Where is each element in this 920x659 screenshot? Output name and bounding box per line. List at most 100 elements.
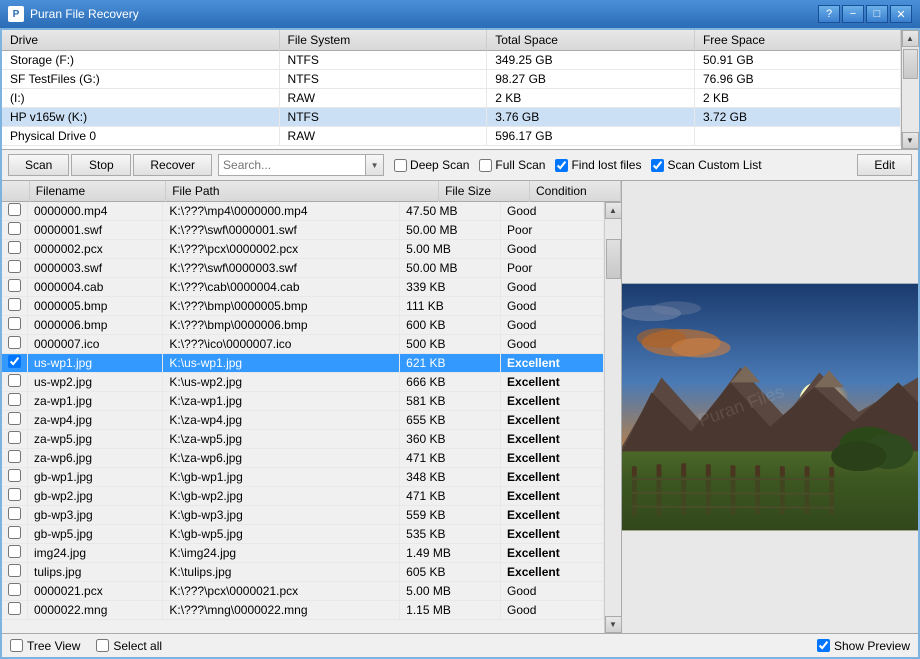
file-list-container: Filename File Path File Size Condition 0… — [2, 181, 622, 633]
file-cell-size: 605 KB — [400, 563, 501, 582]
file-row[interactable]: 0000001.swf K:\???\swf\0000001.swf 50.00… — [2, 221, 604, 240]
find-lost-checkbox[interactable]: Find lost files — [555, 158, 641, 172]
drive-cell-total: 3.76 GB — [487, 108, 695, 127]
drive-table: Drive File System Total Space Free Space… — [2, 30, 901, 146]
file-row[interactable]: tulips.jpg K:\tulips.jpg 605 KB Excellen… — [2, 563, 604, 582]
file-cell-check[interactable] — [2, 411, 28, 430]
file-cell-check[interactable] — [2, 468, 28, 487]
file-cell-cond: Excellent — [501, 525, 604, 544]
full-scan-input[interactable] — [479, 159, 492, 172]
find-lost-input[interactable] — [555, 159, 568, 172]
scan-custom-label: Scan Custom List — [667, 158, 761, 172]
file-cell-check[interactable] — [2, 297, 28, 316]
search-dropdown-button[interactable]: ▼ — [366, 154, 384, 176]
file-row[interactable]: za-wp4.jpg K:\za-wp4.jpg 655 KB Excellen… — [2, 411, 604, 430]
file-cell-check[interactable] — [2, 506, 28, 525]
file-row[interactable]: za-wp5.jpg K:\za-wp5.jpg 360 KB Excellen… — [2, 430, 604, 449]
file-cell-check[interactable] — [2, 202, 28, 221]
file-row[interactable]: 0000003.swf K:\???\swf\0000003.swf 50.00… — [2, 259, 604, 278]
status-bar: Tree View Select all Show Preview — [2, 633, 918, 657]
drive-row[interactable]: SF TestFiles (G:) NTFS 98.27 GB 76.96 GB — [2, 70, 901, 89]
full-scan-checkbox[interactable]: Full Scan — [479, 158, 545, 172]
file-row[interactable]: gb-wp2.jpg K:\gb-wp2.jpg 471 KB Excellen… — [2, 487, 604, 506]
file-cell-size: 50.00 MB — [400, 259, 501, 278]
recover-button[interactable]: Recover — [133, 154, 212, 176]
file-cell-check[interactable] — [2, 525, 28, 544]
drive-row[interactable]: (I:) RAW 2 KB 2 KB — [2, 89, 901, 108]
file-cell-check[interactable] — [2, 373, 28, 392]
file-row[interactable]: 0000022.mng K:\???\mng\0000022.mng 1.15 … — [2, 601, 604, 620]
file-row[interactable]: gb-wp3.jpg K:\gb-wp3.jpg 559 KB Excellen… — [2, 506, 604, 525]
maximize-button[interactable]: □ — [866, 5, 888, 23]
file-cell-size: 339 KB — [400, 278, 501, 297]
tree-view-checkbox[interactable] — [10, 639, 23, 652]
close-button[interactable]: ✕ — [890, 5, 912, 23]
file-cell-cond: Good — [501, 240, 604, 259]
file-cell-check[interactable] — [2, 354, 28, 373]
file-cell-check[interactable] — [2, 278, 28, 297]
file-cell-check[interactable] — [2, 544, 28, 563]
edit-button[interactable]: Edit — [857, 154, 912, 176]
scan-custom-input[interactable] — [651, 159, 664, 172]
file-cell-check[interactable] — [2, 487, 28, 506]
file-row[interactable]: 0000002.pcx K:\???\pcx\0000002.pcx 5.00 … — [2, 240, 604, 259]
file-cell-check[interactable] — [2, 316, 28, 335]
file-cell-cond: Excellent — [501, 563, 604, 582]
file-cell-check[interactable] — [2, 449, 28, 468]
file-cell-check[interactable] — [2, 430, 28, 449]
file-scrollbar[interactable]: ▲ ▼ — [604, 202, 621, 633]
deep-scan-input[interactable] — [394, 159, 407, 172]
file-row[interactable]: 0000007.ico K:\???\ico\0000007.ico 500 K… — [2, 335, 604, 354]
file-row[interactable]: gb-wp5.jpg K:\gb-wp5.jpg 535 KB Excellen… — [2, 525, 604, 544]
select-all-item: Select all — [96, 639, 162, 653]
file-row[interactable]: 0000006.bmp K:\???\bmp\0000006.bmp 600 K… — [2, 316, 604, 335]
file-scroll-up[interactable]: ▲ — [605, 202, 622, 219]
file-cell-check[interactable] — [2, 335, 28, 354]
file-cell-name: us-wp2.jpg — [28, 373, 163, 392]
file-row[interactable]: 0000000.mp4 K:\???\mp4\0000000.mp4 47.50… — [2, 202, 604, 221]
show-preview-label[interactable]: Show Preview — [834, 639, 910, 653]
file-row[interactable]: 0000005.bmp K:\???\bmp\0000005.bmp 111 K… — [2, 297, 604, 316]
file-row[interactable]: us-wp1.jpg K:\us-wp1.jpg 621 KB Excellen… — [2, 354, 604, 373]
drive-scroll-up[interactable]: ▲ — [902, 30, 919, 47]
file-row[interactable]: us-wp2.jpg K:\us-wp2.jpg 666 KB Excellen… — [2, 373, 604, 392]
file-cell-check[interactable] — [2, 240, 28, 259]
scan-custom-checkbox[interactable]: Scan Custom List — [651, 158, 761, 172]
select-all-checkbox[interactable] — [96, 639, 109, 652]
file-cell-name: za-wp6.jpg — [28, 449, 163, 468]
drive-row[interactable]: Physical Drive 0 RAW 596.17 GB — [2, 127, 901, 146]
file-cell-name: 0000021.pcx — [28, 582, 163, 601]
drive-row[interactable]: HP v165w (K:) NTFS 3.76 GB 3.72 GB — [2, 108, 901, 127]
drive-table-header: Drive File System Total Space Free Space — [2, 30, 901, 51]
tree-view-label[interactable]: Tree View — [27, 639, 80, 653]
scan-button[interactable]: Scan — [8, 154, 69, 176]
file-cell-check[interactable] — [2, 601, 28, 620]
select-all-label[interactable]: Select all — [113, 639, 162, 653]
file-cell-check[interactable] — [2, 563, 28, 582]
main-window: Drive File System Total Space Free Space… — [0, 28, 920, 659]
file-cell-check[interactable] — [2, 221, 28, 240]
file-cell-check[interactable] — [2, 582, 28, 601]
minimize-button[interactable]: − — [842, 5, 864, 23]
file-scroll-thumb[interactable] — [606, 239, 621, 279]
file-row[interactable]: 0000021.pcx K:\???\pcx\0000021.pcx 5.00 … — [2, 582, 604, 601]
show-preview-checkbox[interactable] — [817, 639, 830, 652]
drive-scroll-down[interactable]: ▼ — [902, 132, 919, 149]
file-table-scroll[interactable]: 0000000.mp4 K:\???\mp4\0000000.mp4 47.50… — [2, 202, 604, 633]
file-row[interactable]: 0000004.cab K:\???\cab\0000004.cab 339 K… — [2, 278, 604, 297]
file-row[interactable]: gb-wp1.jpg K:\gb-wp1.jpg 348 KB Excellen… — [2, 468, 604, 487]
help-button[interactable]: ? — [818, 5, 840, 23]
file-col-path: File Path — [166, 181, 439, 202]
file-row[interactable]: za-wp1.jpg K:\za-wp1.jpg 581 KB Excellen… — [2, 392, 604, 411]
file-cell-check[interactable] — [2, 392, 28, 411]
drive-scroll-thumb[interactable] — [903, 49, 918, 79]
file-row[interactable]: za-wp6.jpg K:\za-wp6.jpg 471 KB Excellen… — [2, 449, 604, 468]
stop-button[interactable]: Stop — [71, 154, 131, 176]
drive-scrollbar[interactable]: ▲ ▼ — [901, 30, 918, 149]
file-scroll-down[interactable]: ▼ — [605, 616, 622, 633]
file-row[interactable]: img24.jpg K:\img24.jpg 1.49 MB Excellent — [2, 544, 604, 563]
drive-row[interactable]: Storage (F:) NTFS 349.25 GB 50.91 GB — [2, 51, 901, 70]
search-input[interactable] — [218, 154, 366, 176]
deep-scan-checkbox[interactable]: Deep Scan — [394, 158, 469, 172]
file-cell-check[interactable] — [2, 259, 28, 278]
